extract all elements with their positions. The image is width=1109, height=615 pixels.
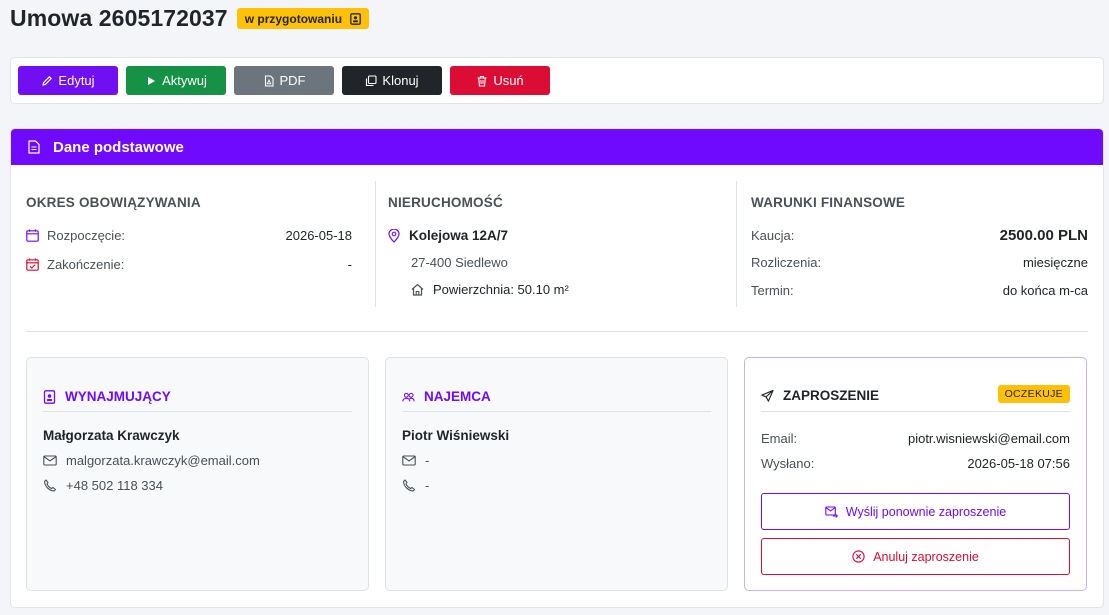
people-icon: [402, 392, 415, 402]
status-badge: w przygotowaniu: [236, 8, 370, 29]
landlord-phone-value: +48 502 118 334: [66, 478, 163, 493]
resend-invitation-label: Wyślij ponownie zaproszenie: [845, 504, 1007, 519]
property-address: Kolejowa 12A/7: [388, 228, 723, 243]
document-icon: [28, 140, 40, 154]
property-city: 27-400 Siedlewo: [411, 255, 508, 270]
section-divider: [26, 331, 1088, 332]
invitation-email-row: Email: piotr.wisniewski@email.com: [761, 431, 1070, 446]
page-header: Umowa 2605172037 w przygotowaniu: [10, 5, 370, 32]
person-badge-icon: [43, 390, 56, 404]
phone-icon: [402, 479, 416, 492]
invitation-email-label: Email:: [761, 431, 798, 446]
property-street: Kolejowa 12A/7: [409, 228, 509, 243]
delete-button-label: Usuń: [493, 73, 524, 88]
invitation-sent-row: Wysłano: 2026-05-18 07:56: [761, 456, 1070, 471]
deposit-label: Kaucja:: [751, 228, 795, 243]
map-pin-icon: [388, 228, 400, 243]
property-title: NIERUCHOMOŚĆ: [388, 195, 503, 210]
calendar-check-icon: [26, 258, 39, 271]
tenant-phone-value: -: [425, 478, 430, 493]
start-value: 2026-05-18: [285, 228, 353, 243]
tenant-email: -: [402, 453, 711, 468]
house-icon: [411, 283, 424, 296]
term-value: do końca m-ca: [1002, 283, 1088, 298]
invitation-card: ZAPROSZENIE OCZEKUJE Email: piotr.wisnie…: [744, 357, 1087, 591]
resend-invitation-button[interactable]: Wyślij ponownie zaproszenie: [761, 493, 1070, 530]
trash-icon: [477, 75, 487, 87]
envelope-icon: [43, 455, 57, 466]
activate-button[interactable]: Aktywuj: [126, 66, 226, 95]
deposit-row: Kaucja: 2500.00 PLN: [751, 227, 1088, 244]
phone-icon: [43, 479, 57, 492]
invitation-title: ZAPROSZENIE: [783, 388, 880, 403]
invitation-sent-label: Wysłano:: [761, 456, 815, 471]
end-value: -: [347, 257, 352, 272]
start-row: Rozpoczęcie: 2026-05-18: [26, 228, 352, 243]
page-title: Umowa 2605172037: [10, 5, 228, 31]
settlement-label: Rozliczenia:: [751, 255, 822, 270]
term-row: Termin: do końca m-ca: [751, 283, 1088, 298]
property-area: Powierzchnia: 50.10 m²: [411, 282, 723, 297]
tenant-header: NAJEMCA: [402, 358, 711, 412]
finance-section: WARUNKI FINANSOWE Kaucja: 2500.00 PLN Ro…: [736, 181, 1088, 307]
cancel-invitation-button[interactable]: Anuluj zaproszenie: [761, 538, 1070, 575]
settlement-value: miesięczne: [1022, 255, 1088, 270]
end-row: Zakończenie: -: [26, 257, 352, 272]
invitation-email-value: piotr.wisniewski@email.com: [907, 431, 1070, 446]
tenant-name: Piotr Wiśniewski: [402, 428, 510, 443]
clone-button[interactable]: Klonuj: [342, 66, 442, 95]
invitation-sent-value: 2026-05-18 07:56: [967, 456, 1070, 471]
edit-button-label: Edytuj: [58, 73, 95, 88]
period-section: OKRES OBOWIĄZYWANIA Rozpoczęcie: 2026-05…: [26, 181, 352, 307]
envelope-icon: [402, 455, 416, 466]
tenant-title: NAJEMCA: [424, 389, 491, 404]
contract-person-icon: [350, 12, 361, 25]
action-toolbar: Edytuj Aktywuj PDF Klonuj Usuń: [10, 57, 1104, 104]
property-area-value: Powierzchnia: 50.10 m²: [433, 282, 569, 297]
card-title: Dane podstawowe: [53, 138, 184, 156]
cancel-invitation-label: Anuluj zaproszenie: [873, 549, 979, 564]
x-circle-icon: [852, 550, 865, 563]
pdf-button-label: PDF: [279, 73, 306, 88]
calendar-icon: [26, 229, 39, 242]
property-section: NIERUCHOMOŚĆ Kolejowa 12A/7 27-400 Siedl…: [375, 181, 723, 307]
landlord-name: Małgorzata Krawczyk: [43, 428, 180, 443]
tenant-email-value: -: [425, 453, 430, 468]
landlord-header: WYNAJMUJĄCY: [43, 358, 352, 412]
landlord-email: malgorzata.krawczyk@email.com: [43, 453, 352, 468]
edit-button[interactable]: Edytuj: [18, 66, 118, 95]
play-icon: [148, 76, 156, 85]
deposit-value: 2500.00 PLN: [999, 227, 1088, 244]
finance-title: WARUNKI FINANSOWE: [751, 195, 906, 210]
pencil-icon: [42, 75, 53, 86]
end-label: Zakończenie:: [47, 257, 125, 272]
pdf-file-icon: [264, 74, 274, 87]
tenant-card: NAJEMCA Piotr Wiśniewski - -: [385, 357, 728, 591]
basic-data-card: Dane podstawowe OKRES OBOWIĄZYWANIA Rozp…: [10, 128, 1104, 608]
card-header: Dane podstawowe: [11, 129, 1103, 165]
landlord-card: WYNAJMUJĄCY Małgorzata Krawczyk malgorza…: [26, 357, 369, 591]
invitation-status-badge: OCZEKUJE: [997, 385, 1070, 403]
landlord-phone: +48 502 118 334: [43, 478, 352, 493]
activate-button-label: Aktywuj: [162, 73, 207, 88]
term-label: Termin:: [751, 283, 794, 298]
invitation-header: ZAPROSZENIE OCZEKUJE: [761, 358, 1070, 412]
status-badge-label: w przygotowaniu: [244, 11, 343, 26]
start-label: Rozpoczęcie:: [47, 228, 126, 243]
settlement-row: Rozliczenia: miesięczne: [751, 255, 1088, 270]
send-icon: [761, 389, 774, 402]
clone-button-label: Klonuj: [382, 73, 419, 88]
period-title: OKRES OBOWIĄZYWANIA: [26, 195, 201, 210]
landlord-email-value: malgorzata.krawczyk@email.com: [66, 453, 260, 468]
envelope-arrow-icon: [825, 506, 838, 518]
tenant-phone: -: [402, 478, 711, 493]
pdf-button[interactable]: PDF: [234, 66, 334, 95]
copy-icon: [366, 74, 377, 86]
delete-button[interactable]: Usuń: [450, 66, 550, 95]
landlord-title: WYNAJMUJĄCY: [65, 389, 171, 404]
